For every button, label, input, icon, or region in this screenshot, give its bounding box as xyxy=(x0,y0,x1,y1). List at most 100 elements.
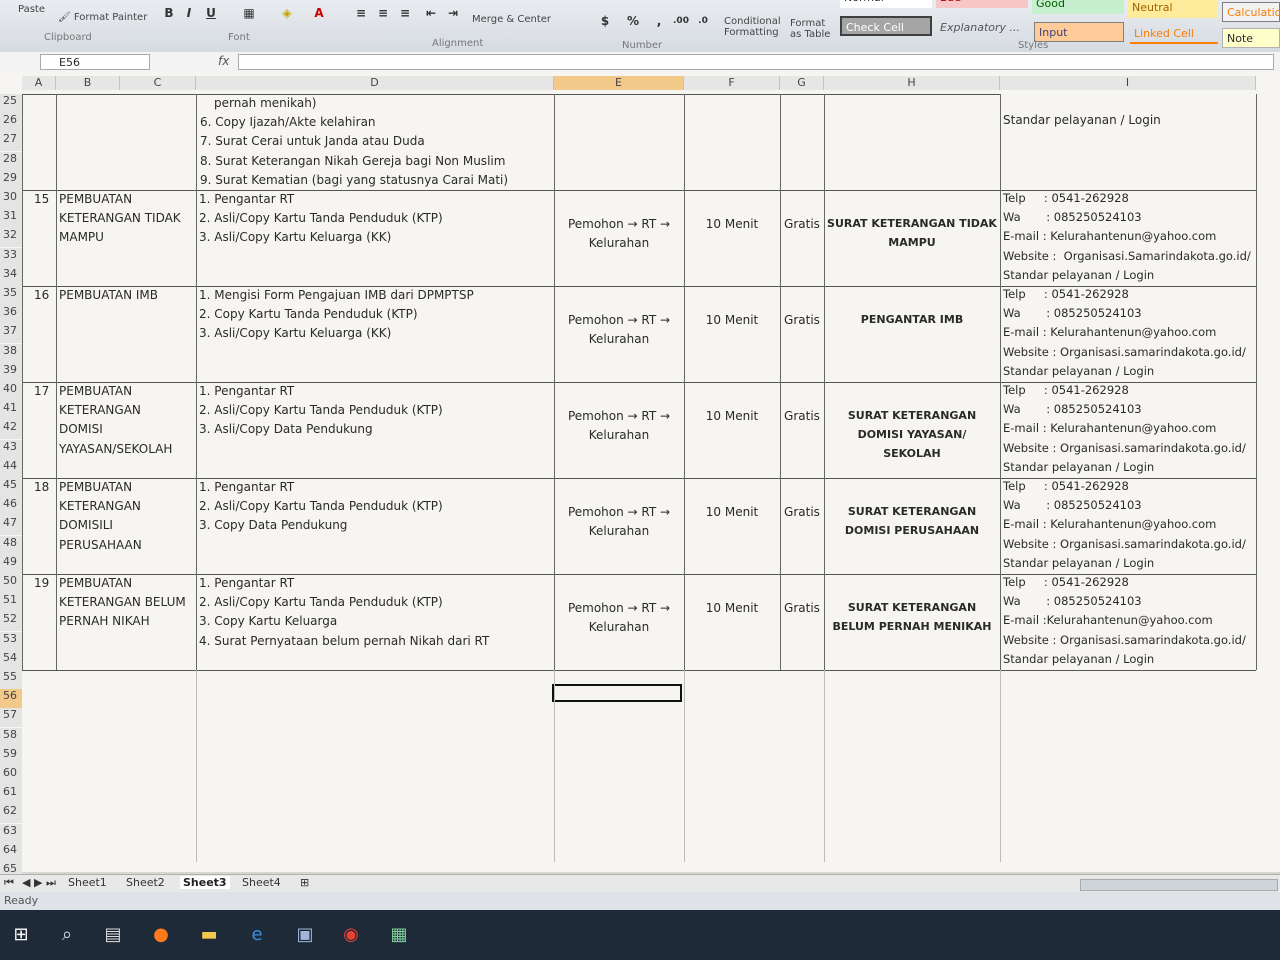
align-right-icon[interactable]: ≡ xyxy=(396,4,414,22)
tab-sheet3[interactable]: Sheet3 xyxy=(180,876,230,889)
row-header-64[interactable]: 64 xyxy=(0,842,22,862)
horizontal-scrollbar[interactable] xyxy=(1080,879,1278,891)
format-painter-button[interactable]: 🖌 Format Painter xyxy=(58,12,147,23)
row-header-36[interactable]: 36 xyxy=(0,305,22,325)
tab-sheet1[interactable]: Sheet1 xyxy=(68,876,107,889)
style-bad[interactable]: Bad xyxy=(936,0,1028,8)
firefox-icon[interactable]: ● xyxy=(148,922,174,948)
column-header-c[interactable]: C xyxy=(120,76,196,90)
row-header-63[interactable]: 63 xyxy=(0,823,22,843)
row-header-59[interactable]: 59 xyxy=(0,746,22,766)
file-explorer-icon[interactable]: ▬ xyxy=(196,922,222,948)
style-note[interactable]: Note xyxy=(1222,28,1280,48)
row-header-35[interactable]: 35 xyxy=(0,286,22,305)
row-header-47[interactable]: 47 xyxy=(0,516,22,536)
style-calculation[interactable]: Calculation xyxy=(1222,2,1280,22)
align-left-icon[interactable]: ≡ xyxy=(352,4,370,22)
excel-icon[interactable]: ▦ xyxy=(386,922,412,948)
tab-sheet4[interactable]: Sheet4 xyxy=(242,876,281,889)
increase-indent-icon[interactable]: ⇥ xyxy=(444,4,462,22)
row-header-43[interactable]: 43 xyxy=(0,439,22,459)
row-header-41[interactable]: 41 xyxy=(0,401,22,421)
column-header-e[interactable]: E xyxy=(554,76,684,90)
tab-nav-first-icon[interactable]: ⏮ xyxy=(4,876,14,890)
row-header-26[interactable]: 26 xyxy=(0,113,22,133)
selected-cell[interactable] xyxy=(552,684,682,702)
row-header-62[interactable]: 62 xyxy=(0,804,22,824)
column-header-b[interactable]: B xyxy=(56,76,120,90)
column-header-h[interactable]: H xyxy=(824,76,1000,90)
underline-button[interactable]: U xyxy=(202,4,220,22)
paste-button[interactable]: Paste xyxy=(18,4,45,15)
requirement-text[interactable]: 9. Surat Kematian (bagi yang statusnya C… xyxy=(200,173,508,187)
row-header-37[interactable]: 37 xyxy=(0,324,22,344)
row-header-45[interactable]: 45 xyxy=(0,478,22,497)
style-check-cell[interactable]: Check Cell xyxy=(840,16,932,36)
font-color-icon[interactable]: A xyxy=(310,4,328,22)
row-header-40[interactable]: 40 xyxy=(0,382,22,401)
row-header-34[interactable]: 34 xyxy=(0,266,22,286)
tab-nav-prev-icon[interactable]: ◀ xyxy=(22,876,30,889)
decrease-decimal-icon[interactable]: .0 xyxy=(694,12,712,30)
row-header-57[interactable]: 57 xyxy=(0,708,22,728)
currency-icon[interactable]: $ xyxy=(596,12,614,30)
percent-icon[interactable]: % xyxy=(624,12,642,30)
worksheet[interactable]: A B C D E F G H I 25 26 27 28 29 30 31 32 33 34 35 36 37 38 39 4… xyxy=(0,72,1280,881)
row-header-39[interactable]: 39 xyxy=(0,362,22,382)
format-as-table-button[interactable]: Format as Table xyxy=(790,18,830,40)
row-header-33[interactable]: 33 xyxy=(0,247,22,267)
conditional-formatting-button[interactable]: Conditional Formatting xyxy=(724,16,781,38)
row-header-42[interactable]: 42 xyxy=(0,420,22,440)
search-icon[interactable]: ⌕ xyxy=(54,922,80,948)
row-header-44[interactable]: 44 xyxy=(0,458,22,478)
merge-center-button[interactable]: Merge & Center xyxy=(472,14,551,25)
word-icon[interactable]: ▣ xyxy=(292,922,318,948)
row-header-61[interactable]: 61 xyxy=(0,785,22,805)
row-header-51[interactable]: 51 xyxy=(0,593,22,613)
insert-sheet-icon[interactable]: ⊞ xyxy=(300,876,309,889)
italic-button[interactable]: I xyxy=(180,4,198,22)
style-normal[interactable]: Normal xyxy=(840,0,932,8)
fill-color-icon[interactable]: ◈ xyxy=(278,4,296,22)
style-good[interactable]: Good xyxy=(1032,0,1124,14)
style-input[interactable]: Input xyxy=(1034,22,1124,42)
style-explanatory[interactable]: Explanatory ... xyxy=(936,18,1028,38)
row-header-56[interactable]: 56 xyxy=(0,689,22,709)
row-header-48[interactable]: 48 xyxy=(0,535,22,555)
tab-nav-next-icon[interactable]: ▶ xyxy=(34,876,42,889)
comma-icon[interactable]: , xyxy=(650,12,668,30)
tab-nav-last-icon[interactable]: ⏭ xyxy=(46,876,56,890)
requirement-text[interactable]: 8. Surat Keterangan Nikah Gereja bagi No… xyxy=(200,154,505,168)
task-view-icon[interactable]: ▤ xyxy=(100,922,126,948)
tab-sheet2[interactable]: Sheet2 xyxy=(126,876,165,889)
column-header-i[interactable]: I xyxy=(1000,76,1256,90)
edge-icon[interactable]: e xyxy=(244,922,270,948)
style-neutral[interactable]: Neutral xyxy=(1128,0,1218,18)
row-header-38[interactable]: 38 xyxy=(0,343,22,363)
decrease-indent-icon[interactable]: ⇤ xyxy=(422,4,440,22)
row-header-30[interactable]: 30 xyxy=(0,190,22,209)
row-header-46[interactable]: 46 xyxy=(0,497,22,517)
column-header-g[interactable]: G xyxy=(780,76,824,90)
column-header-d[interactable]: D xyxy=(196,76,554,90)
row-header-31[interactable]: 31 xyxy=(0,209,22,229)
column-header-f[interactable]: F xyxy=(684,76,780,90)
align-center-icon[interactable]: ≡ xyxy=(374,4,392,22)
fx-icon[interactable]: fx xyxy=(218,54,229,68)
row-header-52[interactable]: 52 xyxy=(0,612,22,632)
row-header-27[interactable]: 27 xyxy=(0,132,22,152)
row-header-32[interactable]: 32 xyxy=(0,228,22,248)
row-header-55[interactable]: 55 xyxy=(0,670,22,689)
requirement-text[interactable]: 6. Copy Ijazah/Akte kelahiran xyxy=(200,115,376,129)
formula-input[interactable] xyxy=(238,54,1274,70)
increase-decimal-icon[interactable]: .00 xyxy=(672,12,690,30)
borders-icon[interactable]: ▦ xyxy=(240,4,258,22)
windows-icon[interactable]: ⊞ xyxy=(8,922,34,948)
chrome-icon[interactable]: ◉ xyxy=(338,922,364,948)
row-header-54[interactable]: 54 xyxy=(0,650,22,670)
row-header-49[interactable]: 49 xyxy=(0,554,22,574)
row-header-28[interactable]: 28 xyxy=(0,151,22,171)
row-header-60[interactable]: 60 xyxy=(0,766,22,785)
name-box[interactable]: E56 xyxy=(40,54,150,70)
row-header-25[interactable]: 25 xyxy=(0,94,22,113)
